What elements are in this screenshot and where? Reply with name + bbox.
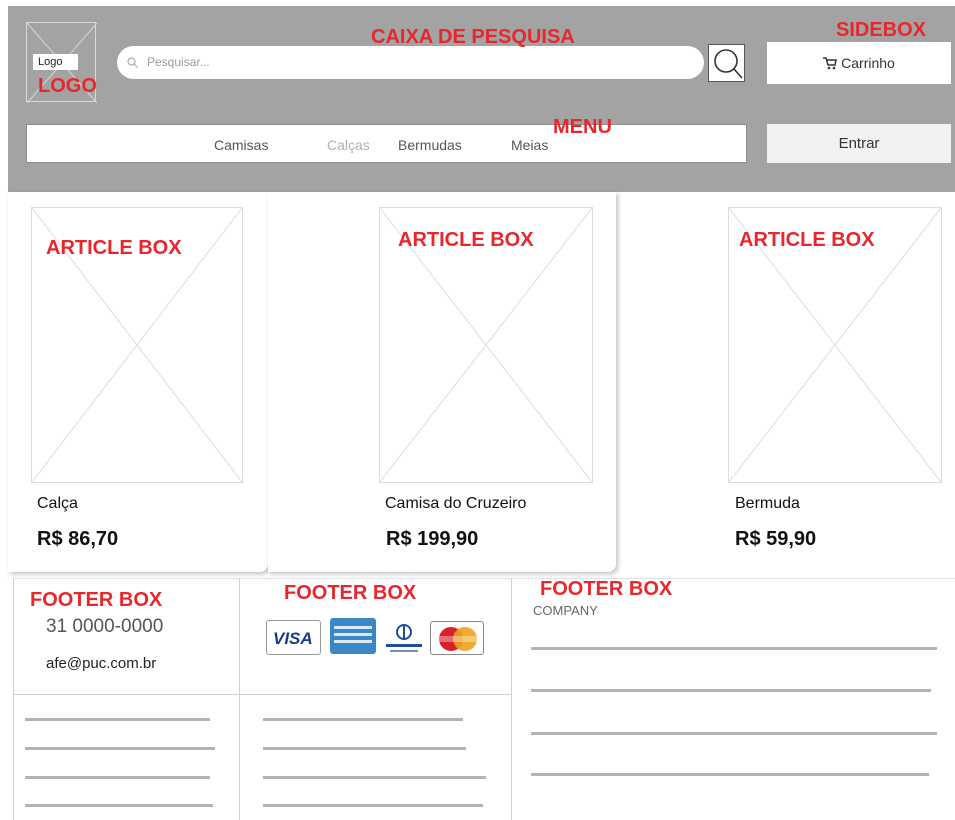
amex-icon [330, 618, 376, 654]
product-price-1: R$ 86,70 [37, 528, 119, 550]
footer-divider-left [13, 578, 14, 820]
footer-link-line[interactable] [25, 776, 210, 779]
product-name-2[interactable]: Camisa do Cruzeiro [385, 495, 526, 513]
logo-text: Logo [33, 54, 78, 70]
footer-link-line[interactable] [263, 776, 486, 779]
footer-link-line[interactable] [263, 804, 483, 807]
footer-link-line[interactable] [531, 689, 931, 692]
search-annotation: CAIXA DE PESQUISA [371, 26, 575, 48]
product-price-3: R$ 59,90 [735, 528, 817, 550]
diners-club-logo [386, 624, 422, 652]
footer-row-divider [13, 694, 511, 695]
footer-annotation-3: FOOTER BOX [540, 578, 673, 600]
cart-label: Carrinho [841, 55, 895, 71]
footer-annotation-2: FOOTER BOX [284, 582, 417, 604]
footer-link-line[interactable] [263, 747, 466, 750]
diners-club-icon [384, 620, 424, 655]
search-button[interactable] [708, 44, 745, 82]
search-magnifier-icon [714, 49, 743, 79]
search-icon [127, 57, 138, 68]
footer-top-divider [13, 578, 955, 579]
mastercard-icon [430, 621, 484, 655]
footer-company-label: COMPANY [533, 603, 598, 618]
footer-link-line[interactable] [25, 804, 213, 807]
menu-item-camisas[interactable]: Camisas [214, 137, 268, 153]
footer-divider-1 [239, 578, 240, 820]
footer-link-line[interactable] [263, 718, 463, 721]
sidebox-annotation: SIDEBOX [836, 19, 927, 41]
menu-annotation: MENU [553, 116, 612, 138]
article-annotation-2: ARTICLE BOX [398, 229, 534, 251]
footer-link-line[interactable] [531, 773, 929, 776]
cart-icon [823, 56, 838, 69]
article-annotation-3: ARTICLE BOX [739, 229, 875, 251]
cart-button[interactable]: Carrinho [767, 42, 951, 84]
menu-bar [26, 124, 747, 163]
article-annotation-1: ARTICLE BOX [46, 237, 182, 259]
visa-icon: VISA [266, 620, 321, 655]
menu-item-bermudas[interactable]: Bermudas [398, 137, 462, 153]
product-name-1[interactable]: Calça [37, 495, 78, 513]
footer-phone: 31 0000-0000 [46, 616, 164, 637]
search-input[interactable]: Pesquisar... [117, 46, 704, 79]
logo-annotation: LOGO [38, 75, 97, 97]
footer-link-line[interactable] [531, 647, 937, 650]
footer-divider-2 [511, 578, 512, 820]
login-button[interactable]: Entrar [767, 124, 951, 163]
product-price-2: R$ 199,90 [386, 528, 479, 550]
product-name-3[interactable]: Bermuda [735, 495, 800, 513]
menu-item-meias[interactable]: Meias [511, 137, 548, 153]
footer-email[interactable]: afe@puc.com.br [46, 655, 156, 672]
footer-annotation-1: FOOTER BOX [30, 589, 163, 611]
footer-link-line[interactable] [25, 747, 215, 750]
menu-item-calcas[interactable]: Calças [327, 137, 370, 153]
footer-link-line[interactable] [531, 732, 937, 735]
footer-link-line[interactable] [25, 718, 210, 721]
mastercard-logo [438, 627, 478, 651]
